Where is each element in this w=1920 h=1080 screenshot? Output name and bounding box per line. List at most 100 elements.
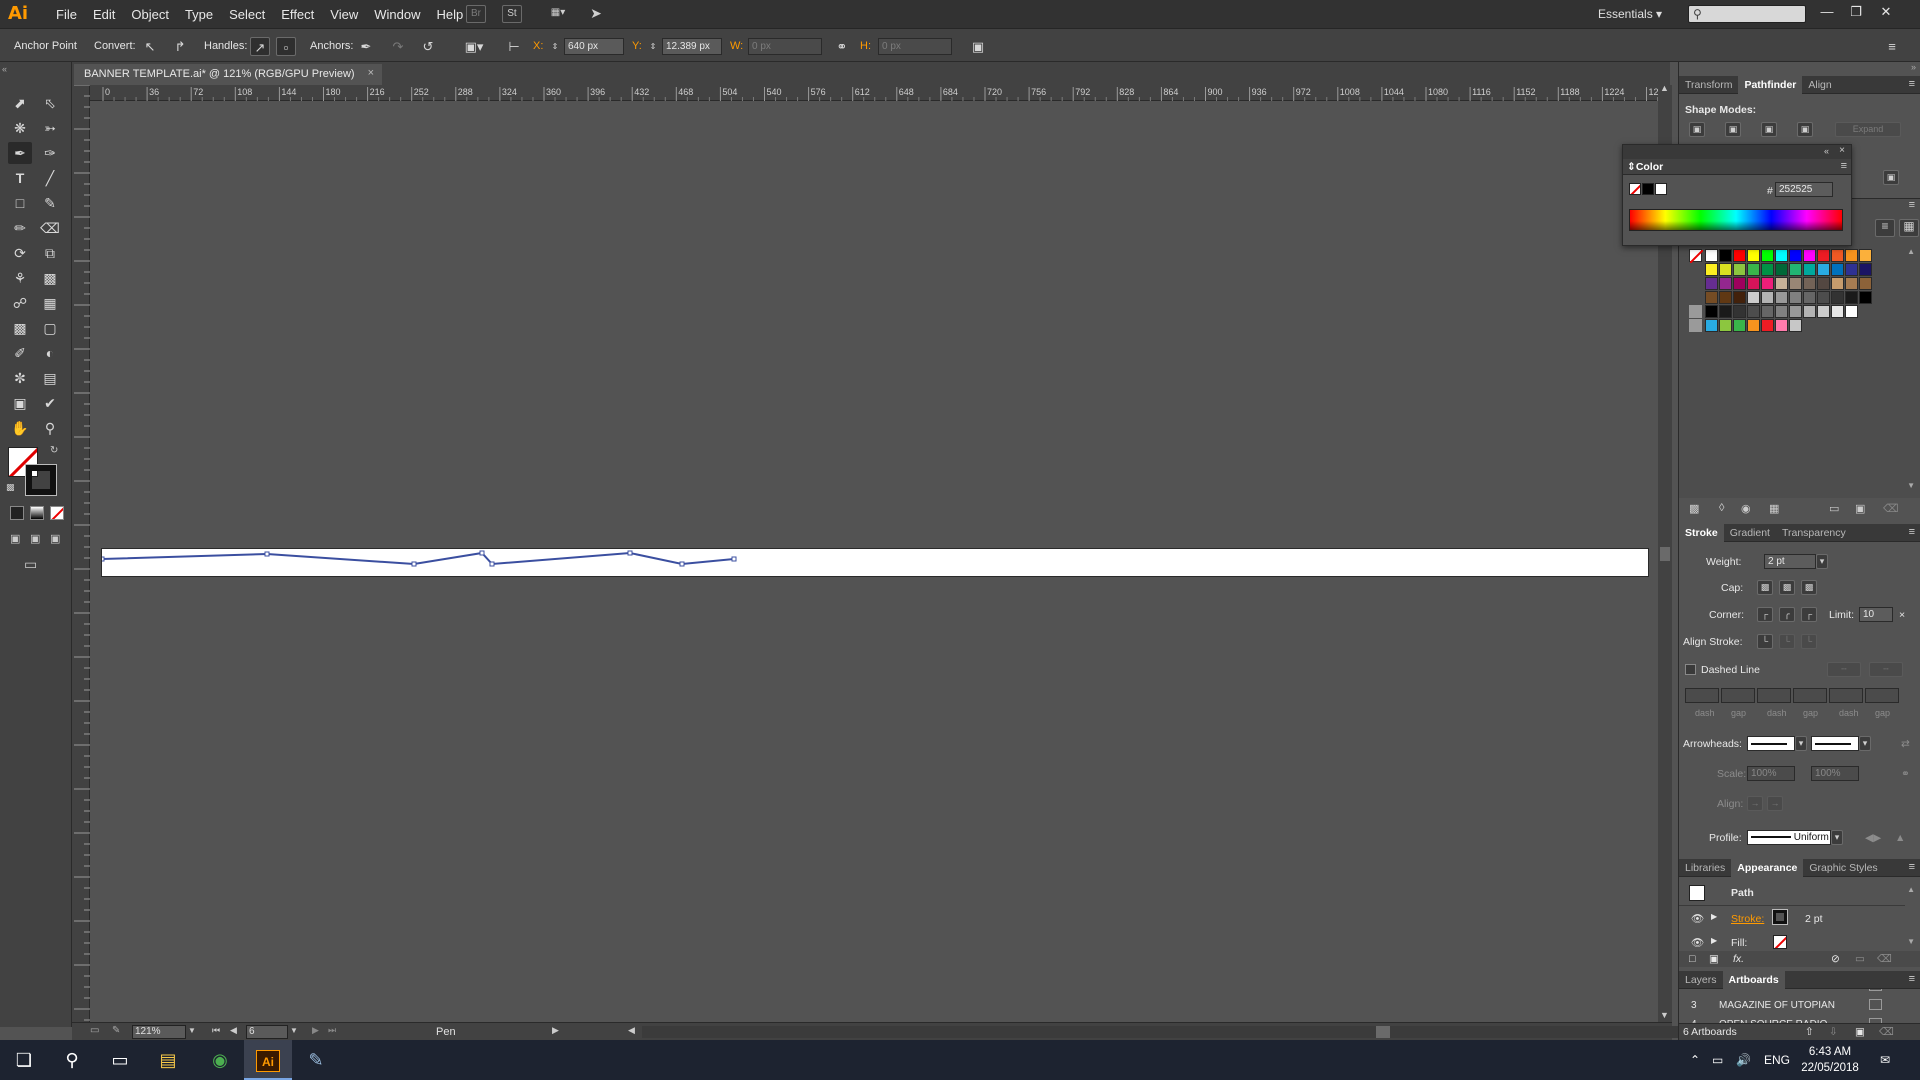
new-artboard-icon[interactable]: ▣ (1855, 1026, 1865, 1038)
tab-graphic-styles[interactable]: Graphic Styles (1803, 859, 1883, 877)
swatch[interactable] (1817, 263, 1830, 276)
prev-artboard-icon[interactable]: ◀ (230, 1025, 237, 1036)
appearance-fill-swatch[interactable] (1773, 935, 1787, 949)
color-mode-button[interactable] (10, 506, 24, 520)
horizontal-scroll-thumb[interactable] (1376, 1026, 1390, 1038)
swatch[interactable] (1859, 291, 1872, 304)
swatch[interactable] (1705, 263, 1718, 276)
color-none-swatch[interactable] (1629, 183, 1641, 195)
none-swatch-icon[interactable] (1689, 249, 1704, 264)
color-white-swatch[interactable] (1655, 183, 1667, 195)
restore-icon[interactable]: ❐ (1844, 2, 1868, 24)
dash-field-2[interactable] (1757, 688, 1791, 703)
expand-button[interactable]: Expand (1835, 122, 1901, 137)
tab-gradient[interactable]: Gradient (1724, 524, 1776, 542)
color-panel-titlebar[interactable]: « × (1623, 145, 1851, 159)
hex-field[interactable]: 252525 (1775, 182, 1833, 197)
menu-window[interactable]: Window (366, 7, 428, 22)
stroke-swatch[interactable] (25, 464, 57, 496)
list-view-icon[interactable]: ≡ (1875, 219, 1895, 237)
network-icon[interactable]: ▭ (1712, 1053, 1723, 1067)
artboards-menu-icon[interactable]: ≡ (1909, 973, 1915, 985)
w-field[interactable]: 0 px (748, 38, 822, 55)
swatch[interactable] (1747, 249, 1760, 262)
swatch-scroll-up-icon[interactable]: ▲ (1907, 247, 1915, 256)
swatch[interactable] (1859, 277, 1872, 290)
graph-tool-icon[interactable]: ▤ (38, 367, 62, 389)
swatch[interactable] (1733, 263, 1746, 276)
color-panel-collapse-icon[interactable]: « (1824, 146, 1829, 156)
gradient-tool-icon[interactable]: ▢ (38, 317, 62, 339)
align-center-icon[interactable]: └ (1757, 634, 1773, 649)
swatch[interactable] (1747, 277, 1760, 290)
swatch[interactable] (1775, 305, 1788, 318)
vertical-scroll-thumb[interactable] (1660, 547, 1670, 561)
next-artboard-icon[interactable]: ▶ (312, 1025, 319, 1036)
swatch[interactable] (1733, 305, 1746, 318)
swatch[interactable] (1803, 263, 1816, 276)
horizontal-ruler[interactable]: 0 36 72 108 144 180 216 252 288 324 360 396 432 468 50… (90, 85, 1681, 101)
convert-corner-icon[interactable]: ↖ (140, 37, 160, 56)
artboard-row[interactable]: 2 PEOPLE OF UTOPIAN (1681, 989, 1903, 996)
artboard-tool-icon[interactable]: ▣ (8, 392, 32, 414)
gap-field-1[interactable] (1721, 688, 1755, 703)
scale-icon[interactable]: ⧉ (38, 242, 62, 264)
selection-tool-icon[interactable]: ⬈ (8, 92, 32, 114)
swatch[interactable] (1789, 263, 1802, 276)
gpu-performance-icon[interactable]: ➤ (586, 5, 606, 23)
swatch[interactable] (1747, 291, 1760, 304)
color-panel-close-icon[interactable]: × (1839, 145, 1845, 156)
tab-libraries[interactable]: Libraries (1679, 859, 1731, 877)
butt-cap-icon[interactable]: ▩ (1757, 580, 1773, 595)
isolate-icon[interactable]: ⊢ (504, 37, 524, 56)
y-stepper-icon[interactable]: ⇕ (648, 37, 658, 56)
limit-field[interactable]: 10 (1859, 607, 1893, 622)
search-taskbar-icon[interactable]: ⚲ (48, 1040, 96, 1080)
tray-chevron-icon[interactable]: ⌃ (1690, 1053, 1700, 1067)
tab-appearance[interactable]: Appearance (1731, 859, 1804, 877)
language-indicator[interactable]: ENG (1764, 1053, 1790, 1067)
selected-path[interactable] (102, 549, 1650, 578)
swatch[interactable] (1705, 291, 1718, 304)
menu-type[interactable]: Type (177, 7, 221, 22)
swatch[interactable] (1845, 291, 1858, 304)
swatch-kinds-icon[interactable]: ◊ (1719, 502, 1724, 514)
swatch[interactable] (1803, 277, 1816, 290)
scroll-left-icon[interactable]: ◀ (628, 1025, 635, 1036)
swatch[interactable] (1817, 305, 1830, 318)
canvas[interactable] (90, 101, 1658, 1022)
swatch[interactable] (1719, 277, 1732, 290)
menu-effect[interactable]: Effect (273, 7, 322, 22)
exclude-icon[interactable]: ▣ (1797, 122, 1813, 137)
swatch[interactable] (1705, 249, 1718, 262)
color-spectrum[interactable] (1629, 209, 1843, 231)
scroll-up-icon[interactable]: ▲ (1660, 83, 1669, 93)
swatch[interactable] (1761, 319, 1774, 332)
swatch[interactable] (1845, 277, 1858, 290)
move-down-icon[interactable]: ⇩ (1829, 1026, 1838, 1038)
tab-artboards[interactable]: Artboards (1722, 971, 1785, 989)
delete-swatch-icon[interactable]: ⌫ (1883, 502, 1899, 515)
round-join-icon[interactable]: ╭ (1779, 607, 1795, 622)
dock-collapse-icon[interactable]: » (1911, 62, 1916, 72)
swatch[interactable] (1845, 305, 1858, 318)
swatch[interactable] (1775, 249, 1788, 262)
arrow-align-place-icon[interactable]: → (1767, 796, 1783, 811)
hide-handles-icon[interactable]: ▫ (276, 37, 296, 56)
convert-smooth-icon[interactable]: ↱ (170, 37, 190, 56)
menu-file[interactable]: File (48, 7, 85, 22)
appearance-menu-icon[interactable]: ≡ (1909, 861, 1915, 873)
task-view-icon[interactable]: ▭ (96, 1040, 144, 1080)
swatch-scroll-down-icon[interactable]: ▼ (1907, 481, 1915, 490)
swap-arrowheads-icon[interactable]: ⇄ (1901, 738, 1910, 750)
swatch[interactable] (1789, 291, 1802, 304)
draw-behind-icon[interactable]: ▣ (30, 532, 40, 545)
swatch[interactable] (1803, 249, 1816, 262)
magic-wand-icon[interactable]: ❋ (8, 117, 32, 139)
delete-artboard-icon[interactable]: ⌫ (1879, 1026, 1894, 1038)
swatch[interactable] (1775, 263, 1788, 276)
swatch[interactable] (1747, 305, 1760, 318)
swatches-menu-icon[interactable]: ≡ (1909, 199, 1915, 211)
swatch[interactable] (1789, 305, 1802, 318)
grid-view-icon[interactable]: ▦ (1899, 219, 1919, 237)
